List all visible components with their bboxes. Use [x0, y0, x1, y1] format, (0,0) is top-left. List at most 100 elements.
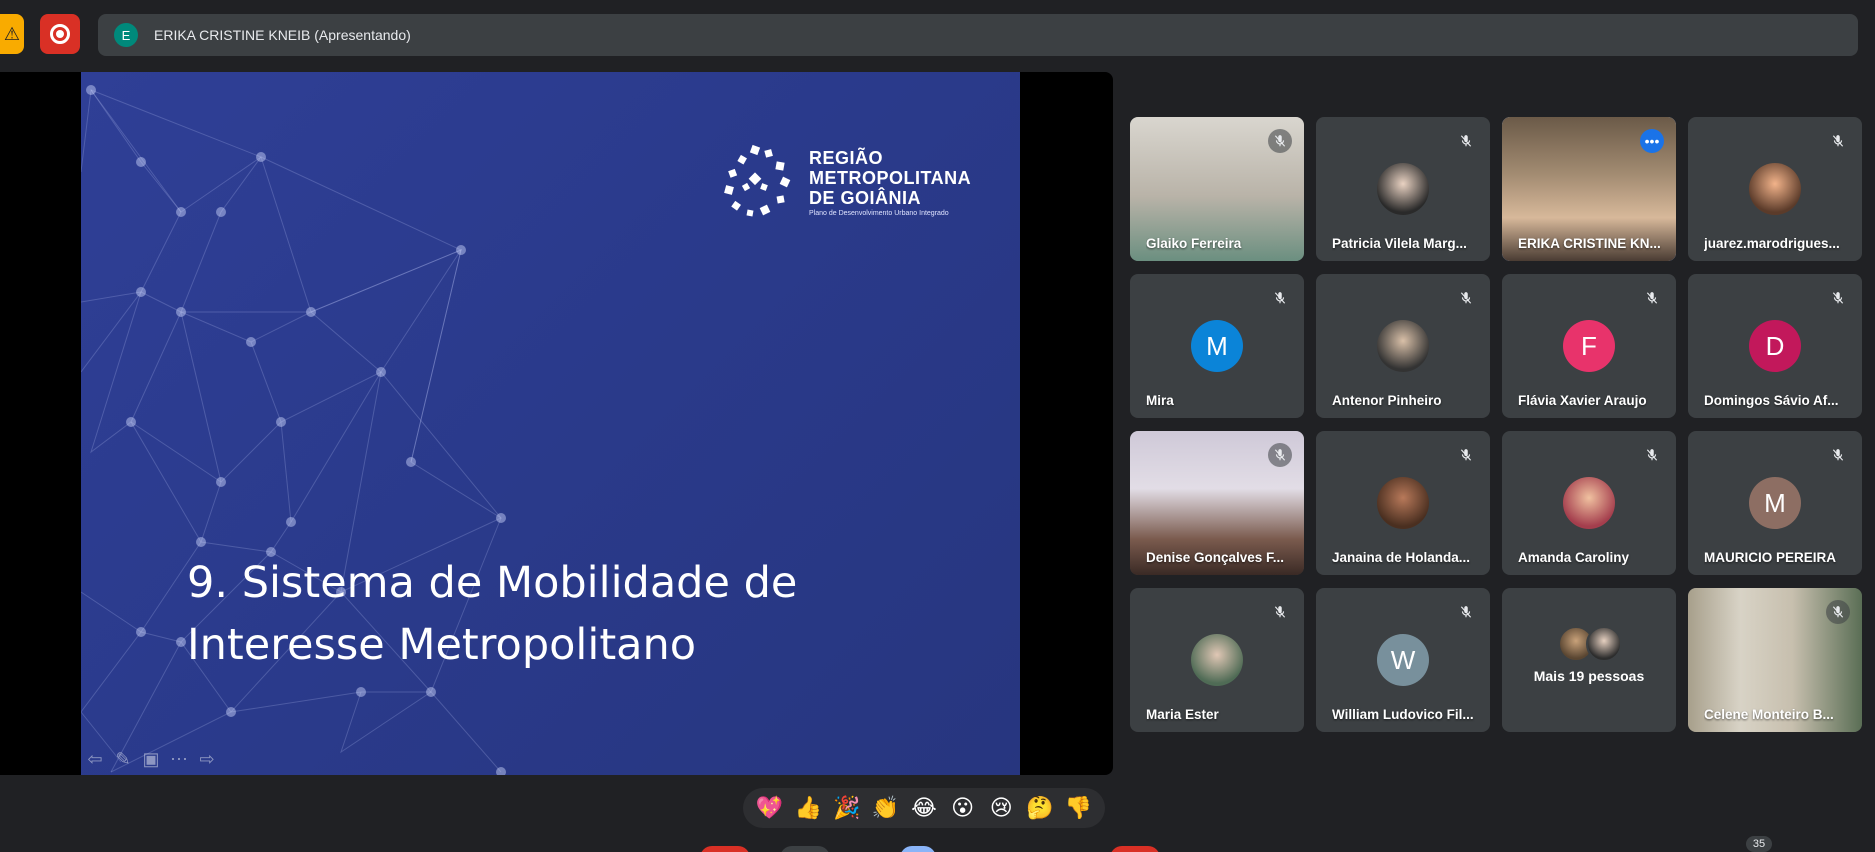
- avatar: D: [1749, 320, 1801, 372]
- slide-title: 9. Sistema de Mobilidade de Interesse Me…: [187, 552, 797, 676]
- slide-title-line2: Interesse Metropolitano: [187, 620, 697, 670]
- participant-name: MAURICIO PEREIRA: [1704, 550, 1837, 565]
- participant-tile[interactable]: Amanda Caroliny: [1502, 431, 1676, 575]
- reaction-button[interactable]: 🎉: [829, 790, 865, 826]
- more-options-icon[interactable]: ⋯: [167, 747, 191, 771]
- participant-tile[interactable]: M Mira: [1130, 274, 1304, 418]
- participant-tile[interactable]: juarez.marodrigues...: [1688, 117, 1862, 261]
- recording-button[interactable]: [40, 14, 80, 54]
- participant-tile[interactable]: Celene Monteiro B...: [1688, 588, 1862, 732]
- warning-button[interactable]: ⚠: [0, 14, 24, 54]
- participant-tile[interactable]: ••• ERIKA CRISTINE KN...: [1502, 117, 1676, 261]
- presentation-area[interactable]: REGIÃO METROPOLITANA DE GOIÂNIA Plano de…: [0, 72, 1113, 775]
- mic-off-icon: [1640, 286, 1664, 310]
- mic-off-icon: [1454, 443, 1478, 467]
- reaction-button[interactable]: 😮: [945, 790, 981, 826]
- avatar: M: [1191, 320, 1243, 372]
- more-options-icon[interactable]: •••: [1640, 129, 1664, 153]
- mic-off-icon: [1826, 600, 1850, 624]
- reaction-button[interactable]: 🤔: [1022, 790, 1058, 826]
- participant-name: Denise Gonçalves F...: [1146, 550, 1285, 565]
- leave-call-button-partial[interactable]: [700, 846, 750, 852]
- participant-name: Amanda Caroliny: [1518, 550, 1630, 565]
- mic-off-icon: [1268, 600, 1292, 624]
- slide-controls: ⇦ ✎ ▣ ⋯ ⇨: [83, 747, 219, 771]
- participant-name: Celene Monteiro B...: [1704, 707, 1834, 722]
- pen-icon[interactable]: ✎: [111, 747, 135, 771]
- participant-tile[interactable]: Glaiko Ferreira: [1130, 117, 1304, 261]
- participant-name: Maria Ester: [1146, 707, 1219, 722]
- presenter-label: ERIKA CRISTINE KNEIB (Apresentando): [154, 27, 411, 43]
- participant-name: Antenor Pinheiro: [1332, 393, 1442, 408]
- logo-text-line1: REGIÃO: [809, 148, 884, 168]
- slides-overview-icon[interactable]: ▣: [139, 747, 163, 771]
- participant-count-badge[interactable]: 35: [1746, 836, 1772, 852]
- presenter-banner[interactable]: E ERIKA CRISTINE KNEIB (Apresentando): [98, 14, 1858, 56]
- mic-off-icon: [1640, 443, 1664, 467]
- participant-name: juarez.marodrigues...: [1704, 236, 1840, 251]
- avatar: [1377, 163, 1429, 215]
- mic-off-icon: [1454, 129, 1478, 153]
- top-bar: ⚠ E ERIKA CRISTINE KNEIB (Apresentando): [0, 0, 1875, 70]
- previous-slide-icon[interactable]: ⇦: [83, 747, 107, 771]
- participant-name: Janaina de Holanda...: [1332, 550, 1471, 565]
- avatar: M: [1749, 477, 1801, 529]
- mic-off-icon: [1826, 286, 1850, 310]
- participant-tile[interactable]: Antenor Pinheiro: [1316, 274, 1490, 418]
- avatar: W: [1377, 634, 1429, 686]
- participant-name: Glaiko Ferreira: [1146, 236, 1242, 251]
- participant-tile[interactable]: M MAURICIO PEREIRA: [1688, 431, 1862, 575]
- participant-name: ERIKA CRISTINE KN...: [1518, 236, 1661, 251]
- mic-off-icon: [1826, 129, 1850, 153]
- reaction-button[interactable]: 😂: [906, 790, 942, 826]
- reaction-button[interactable]: 😢: [983, 790, 1019, 826]
- mic-off-icon: [1268, 443, 1292, 467]
- logo-text-line3: DE GOIÂNIA: [809, 188, 922, 208]
- participant-tile[interactable]: Maria Ester: [1130, 588, 1304, 732]
- logo-text-line2: METROPOLITANA: [809, 168, 972, 188]
- end-call-button-partial[interactable]: [1110, 846, 1160, 852]
- participant-name: Mira: [1146, 393, 1174, 408]
- more-avatars: [1558, 626, 1622, 662]
- participant-grid: Glaiko Ferreira Patricia Vilela Marg... ••…: [1130, 117, 1862, 732]
- participant-tile[interactable]: D Domingos Sávio Af...: [1688, 274, 1862, 418]
- participant-name: Patricia Vilela Marg...: [1332, 236, 1467, 251]
- avatar: [1191, 634, 1243, 686]
- slide: REGIÃO METROPOLITANA DE GOIÂNIA Plano de…: [81, 72, 1020, 775]
- participant-tile[interactable]: F Flávia Xavier Araujo: [1502, 274, 1676, 418]
- participant-tile[interactable]: Mais 19 pessoas: [1502, 588, 1676, 732]
- control-button-partial[interactable]: [780, 846, 830, 852]
- avatar: [1563, 477, 1615, 529]
- logo: REGIÃO METROPOLITANA DE GOIÂNIA Plano de…: [721, 140, 981, 230]
- avatar: [1749, 163, 1801, 215]
- logo-mark-icon: [724, 144, 791, 217]
- participant-tile[interactable]: Patricia Vilela Marg...: [1316, 117, 1490, 261]
- avatar: F: [1563, 320, 1615, 372]
- mic-off-icon: [1454, 600, 1478, 624]
- participant-tile[interactable]: Janaina de Holanda...: [1316, 431, 1490, 575]
- reaction-button[interactable]: 👎: [1060, 790, 1096, 826]
- slide-title-line1: 9. Sistema de Mobilidade de: [187, 558, 798, 608]
- mic-off-icon: [1826, 443, 1850, 467]
- reaction-button[interactable]: 👍: [790, 790, 826, 826]
- avatar: [1377, 320, 1429, 372]
- presenter-avatar: E: [114, 23, 138, 47]
- reactions-bar: 💖 👍 🎉 👏 😂 😮 😢 🤔 👎: [743, 788, 1105, 828]
- next-slide-icon[interactable]: ⇨: [195, 747, 219, 771]
- meet-window: ⚠ E ERIKA CRISTINE KNEIB (Apresentando): [0, 0, 1875, 852]
- participant-name: Domingos Sávio Af...: [1704, 393, 1839, 408]
- mic-off-icon: [1268, 286, 1292, 310]
- avatar: [1377, 477, 1429, 529]
- camera-off-icon: ⚠: [3, 23, 21, 44]
- participant-tile[interactable]: W William Ludovico Fil...: [1316, 588, 1490, 732]
- more-participants-label: Mais 19 pessoas: [1533, 668, 1645, 684]
- participant-name: William Ludovico Fil...: [1332, 707, 1474, 722]
- logo-subtitle: Plano de Desenvolvimento Urbano Integrad…: [809, 210, 949, 217]
- participant-tile[interactable]: Denise Gonçalves F...: [1130, 431, 1304, 575]
- participant-name: Flávia Xavier Araujo: [1518, 393, 1647, 408]
- reaction-button[interactable]: 👏: [867, 790, 903, 826]
- control-button-partial[interactable]: [900, 846, 936, 852]
- reaction-button[interactable]: 💖: [752, 790, 788, 826]
- mic-off-icon: [1268, 129, 1292, 153]
- mic-off-icon: [1454, 286, 1478, 310]
